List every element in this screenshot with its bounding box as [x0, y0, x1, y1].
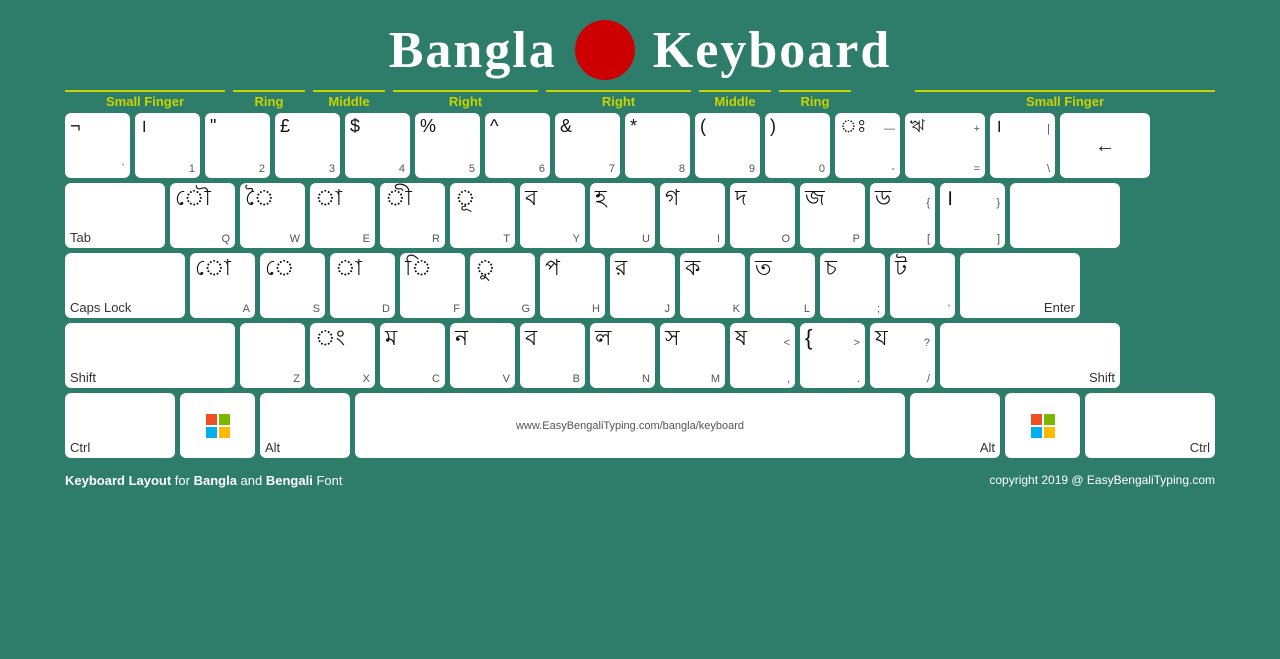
key-d[interactable]: া D	[330, 253, 395, 318]
enter-key[interactable]: Enter	[960, 253, 1080, 318]
asdf-row: Caps Lock ো A ে S া D ি F ু G প H র J	[65, 253, 1215, 318]
key-h[interactable]: প H	[540, 253, 605, 318]
space-key[interactable]: www.EasyBengaliTyping.com/bangla/keyboar…	[355, 393, 905, 458]
key-5[interactable]: % 5	[415, 113, 480, 178]
bottom-row: Ctrl Alt www.EasyBengaliTyping.com/bangl…	[65, 393, 1215, 458]
finger-label-small-left: Small Finger	[65, 90, 225, 109]
key-semicolon[interactable]: চ ;	[820, 253, 885, 318]
key-k[interactable]: ক K	[680, 253, 745, 318]
footer: Keyboard Layout for Bangla and Bengali F…	[65, 473, 1215, 488]
key-e[interactable]: া E	[310, 183, 375, 248]
key-x[interactable]: ং X	[310, 323, 375, 388]
key-a[interactable]: ো A	[190, 253, 255, 318]
bangladesh-flag	[575, 20, 635, 80]
zxcv-row: Shift Z ং X ম C ন V ব B ল N স M	[65, 323, 1215, 388]
key-i[interactable]: গ I	[660, 183, 725, 248]
key-n[interactable]: ল N	[590, 323, 655, 388]
key-z[interactable]: Z	[240, 323, 305, 388]
left-win-key[interactable]	[180, 393, 255, 458]
key-9[interactable]: ( 9	[695, 113, 760, 178]
key-slash[interactable]: য? /	[870, 323, 935, 388]
header: Bangla Keyboard	[389, 20, 892, 80]
key-lbracket[interactable]: ড{ [	[870, 183, 935, 248]
key-3[interactable]: £ 3	[275, 113, 340, 178]
key-u[interactable]: হ U	[590, 183, 655, 248]
key-m[interactable]: স M	[660, 323, 725, 388]
backspace-key[interactable]: ←	[1060, 113, 1150, 178]
key-c[interactable]: ম C	[380, 323, 445, 388]
key-p[interactable]: জ P	[800, 183, 865, 248]
windows-icon	[204, 412, 232, 440]
title-left: Bangla	[389, 21, 557, 80]
key-0[interactable]: ) 0	[765, 113, 830, 178]
key-o[interactable]: দ O	[730, 183, 795, 248]
finger-label-right-right: Right	[546, 90, 691, 109]
key-backslash[interactable]: ।| \	[990, 113, 1055, 178]
key-8[interactable]: * 8	[625, 113, 690, 178]
qwerty-row: Tab ৌ Q ৈ W া E ী R ূ T ব Y হ U	[65, 183, 1215, 248]
key-1[interactable]: । 1	[135, 113, 200, 178]
finger-label-right-left: Right	[393, 90, 538, 109]
key-equals[interactable]: ঋ+ =	[905, 113, 985, 178]
finger-label-ring-left: Ring	[233, 90, 305, 109]
key-j[interactable]: র J	[610, 253, 675, 318]
key-7[interactable]: & 7	[555, 113, 620, 178]
key-s[interactable]: ে S	[260, 253, 325, 318]
key-l[interactable]: ত L	[750, 253, 815, 318]
key-2[interactable]: " 2	[205, 113, 270, 178]
caps-lock-key[interactable]: Caps Lock	[65, 253, 185, 318]
key-q[interactable]: ৌ Q	[170, 183, 235, 248]
key-v[interactable]: ন V	[450, 323, 515, 388]
right-alt-key[interactable]: Alt	[910, 393, 1000, 458]
tab-key[interactable]: Tab	[65, 183, 165, 248]
finger-label-middle-left: Middle	[313, 90, 385, 109]
key-b[interactable]: ব B	[520, 323, 585, 388]
finger-label-small-right: Small Finger	[915, 90, 1215, 109]
key-y[interactable]: ব Y	[520, 183, 585, 248]
right-win-key[interactable]	[1005, 393, 1080, 458]
finger-label-middle-right: Middle	[699, 90, 771, 109]
space-url: www.EasyBengaliTyping.com/bangla/keyboar…	[516, 420, 744, 432]
key-enter-top[interactable]	[1010, 183, 1120, 248]
footer-left: Keyboard Layout for Bangla and Bengali F…	[65, 473, 342, 488]
footer-right: copyright 2019 @ EasyBengaliTyping.com	[989, 473, 1215, 488]
left-alt-key[interactable]: Alt	[260, 393, 350, 458]
right-ctrl-key[interactable]: Ctrl	[1085, 393, 1215, 458]
left-ctrl-key[interactable]: Ctrl	[65, 393, 175, 458]
key-g[interactable]: ু G	[470, 253, 535, 318]
key-comma[interactable]: ষ< ,	[730, 323, 795, 388]
key-r[interactable]: ী R	[380, 183, 445, 248]
finger-labels: Small Finger Ring Middle Right Right Mid…	[65, 90, 1215, 109]
keyboard: ¬ ` । 1 " 2 £ 3 $ 4 % 5 ^ 6 & 7	[65, 113, 1215, 463]
key-minus[interactable]: ঃ— -	[835, 113, 900, 178]
key-f[interactable]: ি F	[400, 253, 465, 318]
number-row: ¬ ` । 1 " 2 £ 3 $ 4 % 5 ^ 6 & 7	[65, 113, 1215, 178]
key-quote[interactable]: ট '	[890, 253, 955, 318]
title-right: Keyboard	[653, 21, 891, 80]
key-rbracket[interactable]: ।} ]	[940, 183, 1005, 248]
key-6[interactable]: ^ 6	[485, 113, 550, 178]
right-shift-key[interactable]: Shift	[940, 323, 1120, 388]
left-shift-key[interactable]: Shift	[65, 323, 235, 388]
key-backtick[interactable]: ¬ `	[65, 113, 130, 178]
key-t[interactable]: ূ T	[450, 183, 515, 248]
key-w[interactable]: ৈ W	[240, 183, 305, 248]
key-4[interactable]: $ 4	[345, 113, 410, 178]
key-period[interactable]: {> .	[800, 323, 865, 388]
windows-icon-right	[1029, 412, 1057, 440]
finger-label-ring-right: Ring	[779, 90, 851, 109]
